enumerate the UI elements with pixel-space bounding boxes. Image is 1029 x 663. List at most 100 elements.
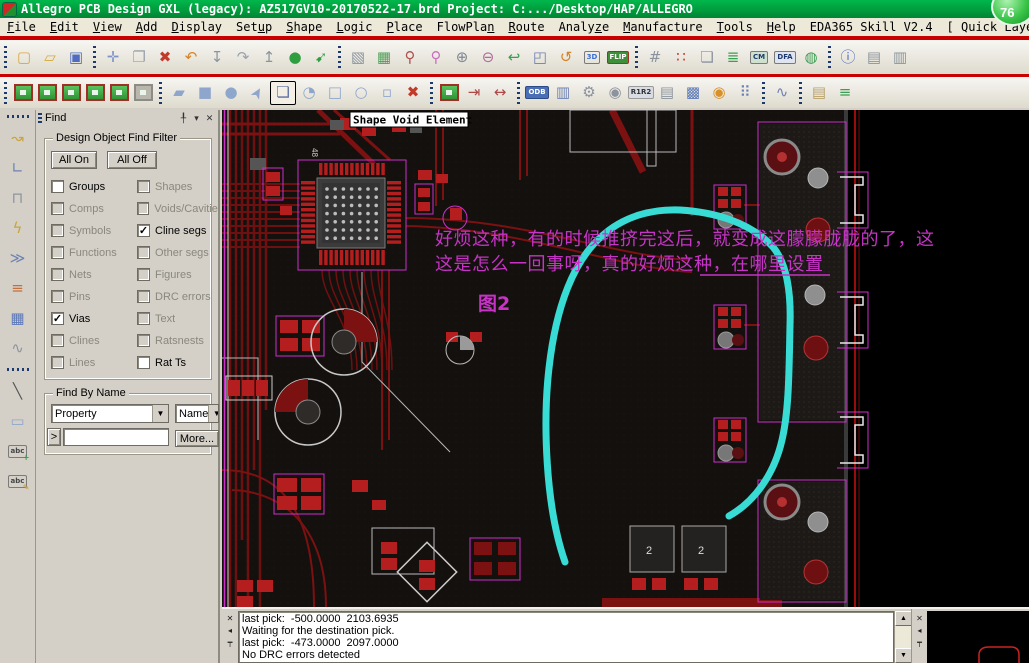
toolbar-grip[interactable] [7, 113, 29, 120]
expand-button[interactable]: > [47, 428, 61, 446]
world-table-icon[interactable]: ◍ [798, 45, 824, 69]
add-rect-shape-icon[interactable]: ■ [192, 81, 218, 105]
toolbar-grip[interactable] [91, 46, 98, 68]
net-schedule-icon[interactable]: ∿ [769, 81, 795, 105]
checkbox[interactable] [137, 290, 150, 303]
zoom-previous-icon[interactable]: ↩ [501, 45, 527, 69]
view-3d-icon[interactable]: 3D [579, 45, 605, 69]
checkbox[interactable] [137, 180, 150, 193]
chevron-down-icon[interactable]: ▼ [152, 405, 168, 422]
toolbar-grip[interactable] [826, 46, 833, 68]
measure-icon[interactable]: ↔ [487, 81, 513, 105]
circle-outline-icon[interactable]: ○ [348, 81, 374, 105]
filter-ratsnests[interactable]: Ratsnests [137, 333, 219, 348]
toolbar-grip[interactable] [7, 366, 29, 373]
checkbox[interactable]: ✓ [51, 312, 64, 325]
filter-figures[interactable]: Figures [137, 267, 219, 282]
zoom-in-region-icon[interactable]: ⚲ [397, 45, 423, 69]
filter-lines[interactable]: Lines [51, 355, 133, 370]
undo-view-icon[interactable]: ↺ [553, 45, 579, 69]
filter-pins[interactable]: Pins [51, 289, 133, 304]
rect-outline-icon[interactable]: □ [322, 81, 348, 105]
add-line-icon[interactable]: ╲ [4, 378, 32, 404]
filter-shapes[interactable]: Shapes [137, 179, 219, 194]
zoom-center-icon[interactable]: ⚲ [423, 45, 449, 69]
menu-place[interactable]: Place [379, 19, 429, 35]
shape-arc-icon[interactable]: ◔ [296, 81, 322, 105]
edit-text-icon[interactable]: abc✎ [4, 468, 32, 494]
title-bar[interactable]: Allegro PCB Design GXL (legacy): AZ517GV… [0, 0, 1029, 18]
pcb-canvas[interactable]: 48 [222, 110, 1029, 607]
snapshot-icon[interactable]: ◉ [602, 81, 628, 105]
toolbar-grip[interactable] [157, 82, 164, 104]
checkbox[interactable] [51, 334, 64, 347]
filter-text[interactable]: Text [137, 311, 219, 326]
checkbox[interactable] [137, 312, 150, 325]
move-icon[interactable]: ✛ [100, 45, 126, 69]
menu-help[interactable]: Help [760, 19, 803, 35]
shape-select-icon[interactable]: ❏ [270, 81, 296, 105]
notepad-icon[interactable]: ▤ [806, 81, 832, 105]
menu-edit[interactable]: Edit [43, 19, 86, 35]
filter-nets[interactable]: Nets [51, 267, 133, 282]
checkbox[interactable] [137, 334, 150, 347]
board-view-3[interactable] [59, 81, 83, 105]
refdes-rename-icon[interactable]: R1R2 [628, 81, 654, 105]
highlight-sphere-icon[interactable]: ● [282, 45, 308, 69]
delete-vertex-icon[interactable]: ✖ [400, 81, 426, 105]
zoom-fit-icon[interactable]: ▧ [345, 45, 371, 69]
swap-layers-icon[interactable]: ❏ [694, 45, 720, 69]
collapse-icon[interactable]: ◂ [913, 624, 926, 636]
autohide-pin-icon[interactable]: ╀ [177, 112, 190, 125]
menu-add[interactable]: Add [129, 19, 165, 35]
color-dialog-icon[interactable]: ∷ [668, 45, 694, 69]
checkbox[interactable] [51, 246, 64, 259]
menu-view[interactable]: View [86, 19, 129, 35]
dfa-table-icon[interactable]: DFA [772, 45, 798, 69]
filter-voids-cavities[interactable]: Voids/Cavities [137, 201, 219, 216]
menu-manufacture[interactable]: Manufacture [616, 19, 709, 35]
menu-route[interactable]: Route [501, 19, 551, 35]
board-view-4[interactable] [83, 81, 107, 105]
redo-icon[interactable]: ↷ [230, 45, 256, 69]
toolbar-grip[interactable] [797, 82, 804, 104]
undo-icon[interactable]: ↶ [178, 45, 204, 69]
slide-route-icon[interactable]: ↝ [4, 125, 32, 151]
via-settings-icon[interactable]: ⚙ [576, 81, 602, 105]
zoom-selection-icon[interactable]: ◰ [527, 45, 553, 69]
toolbar-grip[interactable] [336, 46, 343, 68]
menu-logic[interactable]: Logic [329, 19, 379, 35]
element-info-icon[interactable]: ⓘ [835, 45, 861, 69]
new-drawing-icon[interactable]: ▢ [11, 45, 37, 69]
menu-tools[interactable]: Tools [710, 19, 760, 35]
board-preview-pane[interactable] [927, 611, 1029, 663]
filter-rat-ts[interactable]: Rat Ts [137, 355, 219, 370]
toolbar-grip[interactable] [428, 82, 435, 104]
display-status[interactable] [437, 81, 461, 105]
cross-section-icon[interactable]: ▦ [4, 305, 32, 331]
close-icon[interactable]: ✕ [203, 112, 216, 125]
menu-setup[interactable]: Setup [229, 19, 279, 35]
save-drawing-icon[interactable]: ▣ [63, 45, 89, 69]
menu-display[interactable]: Display [164, 19, 229, 35]
filter-clines[interactable]: Clines [51, 333, 133, 348]
bus-route-icon[interactable]: ≡ [4, 275, 32, 301]
delay-tune-icon[interactable]: ⊓ [4, 185, 32, 211]
find-name-input[interactable] [63, 428, 169, 446]
odb-export-icon[interactable]: ODB [524, 81, 550, 105]
pin-icon[interactable]: ┯ [913, 636, 926, 648]
select-arrow-icon[interactable]: ➤ [240, 77, 274, 108]
all-on-button[interactable]: All On [51, 151, 97, 169]
close-icon[interactable]: ✕ [224, 612, 237, 624]
filter-symbols[interactable]: Symbols [51, 223, 133, 238]
console-scrollbar[interactable]: ▲ ▼ [894, 611, 911, 663]
checkbox[interactable] [51, 202, 64, 215]
filter-vias[interactable]: ✓Vias [51, 311, 133, 326]
chevron-down-icon[interactable]: ▼ [208, 405, 219, 422]
menu-eda365-skill-v2-4[interactable]: EDA365 Skill V2.4 [803, 19, 940, 35]
menu-shape[interactable]: Shape [279, 19, 329, 35]
add-circle-shape-icon[interactable]: ● [218, 81, 244, 105]
route-corner-icon[interactable]: ∟ [4, 155, 32, 181]
add-rectangle-icon[interactable]: ▭ [4, 408, 32, 434]
pick-down-icon[interactable]: ↧ [204, 45, 230, 69]
